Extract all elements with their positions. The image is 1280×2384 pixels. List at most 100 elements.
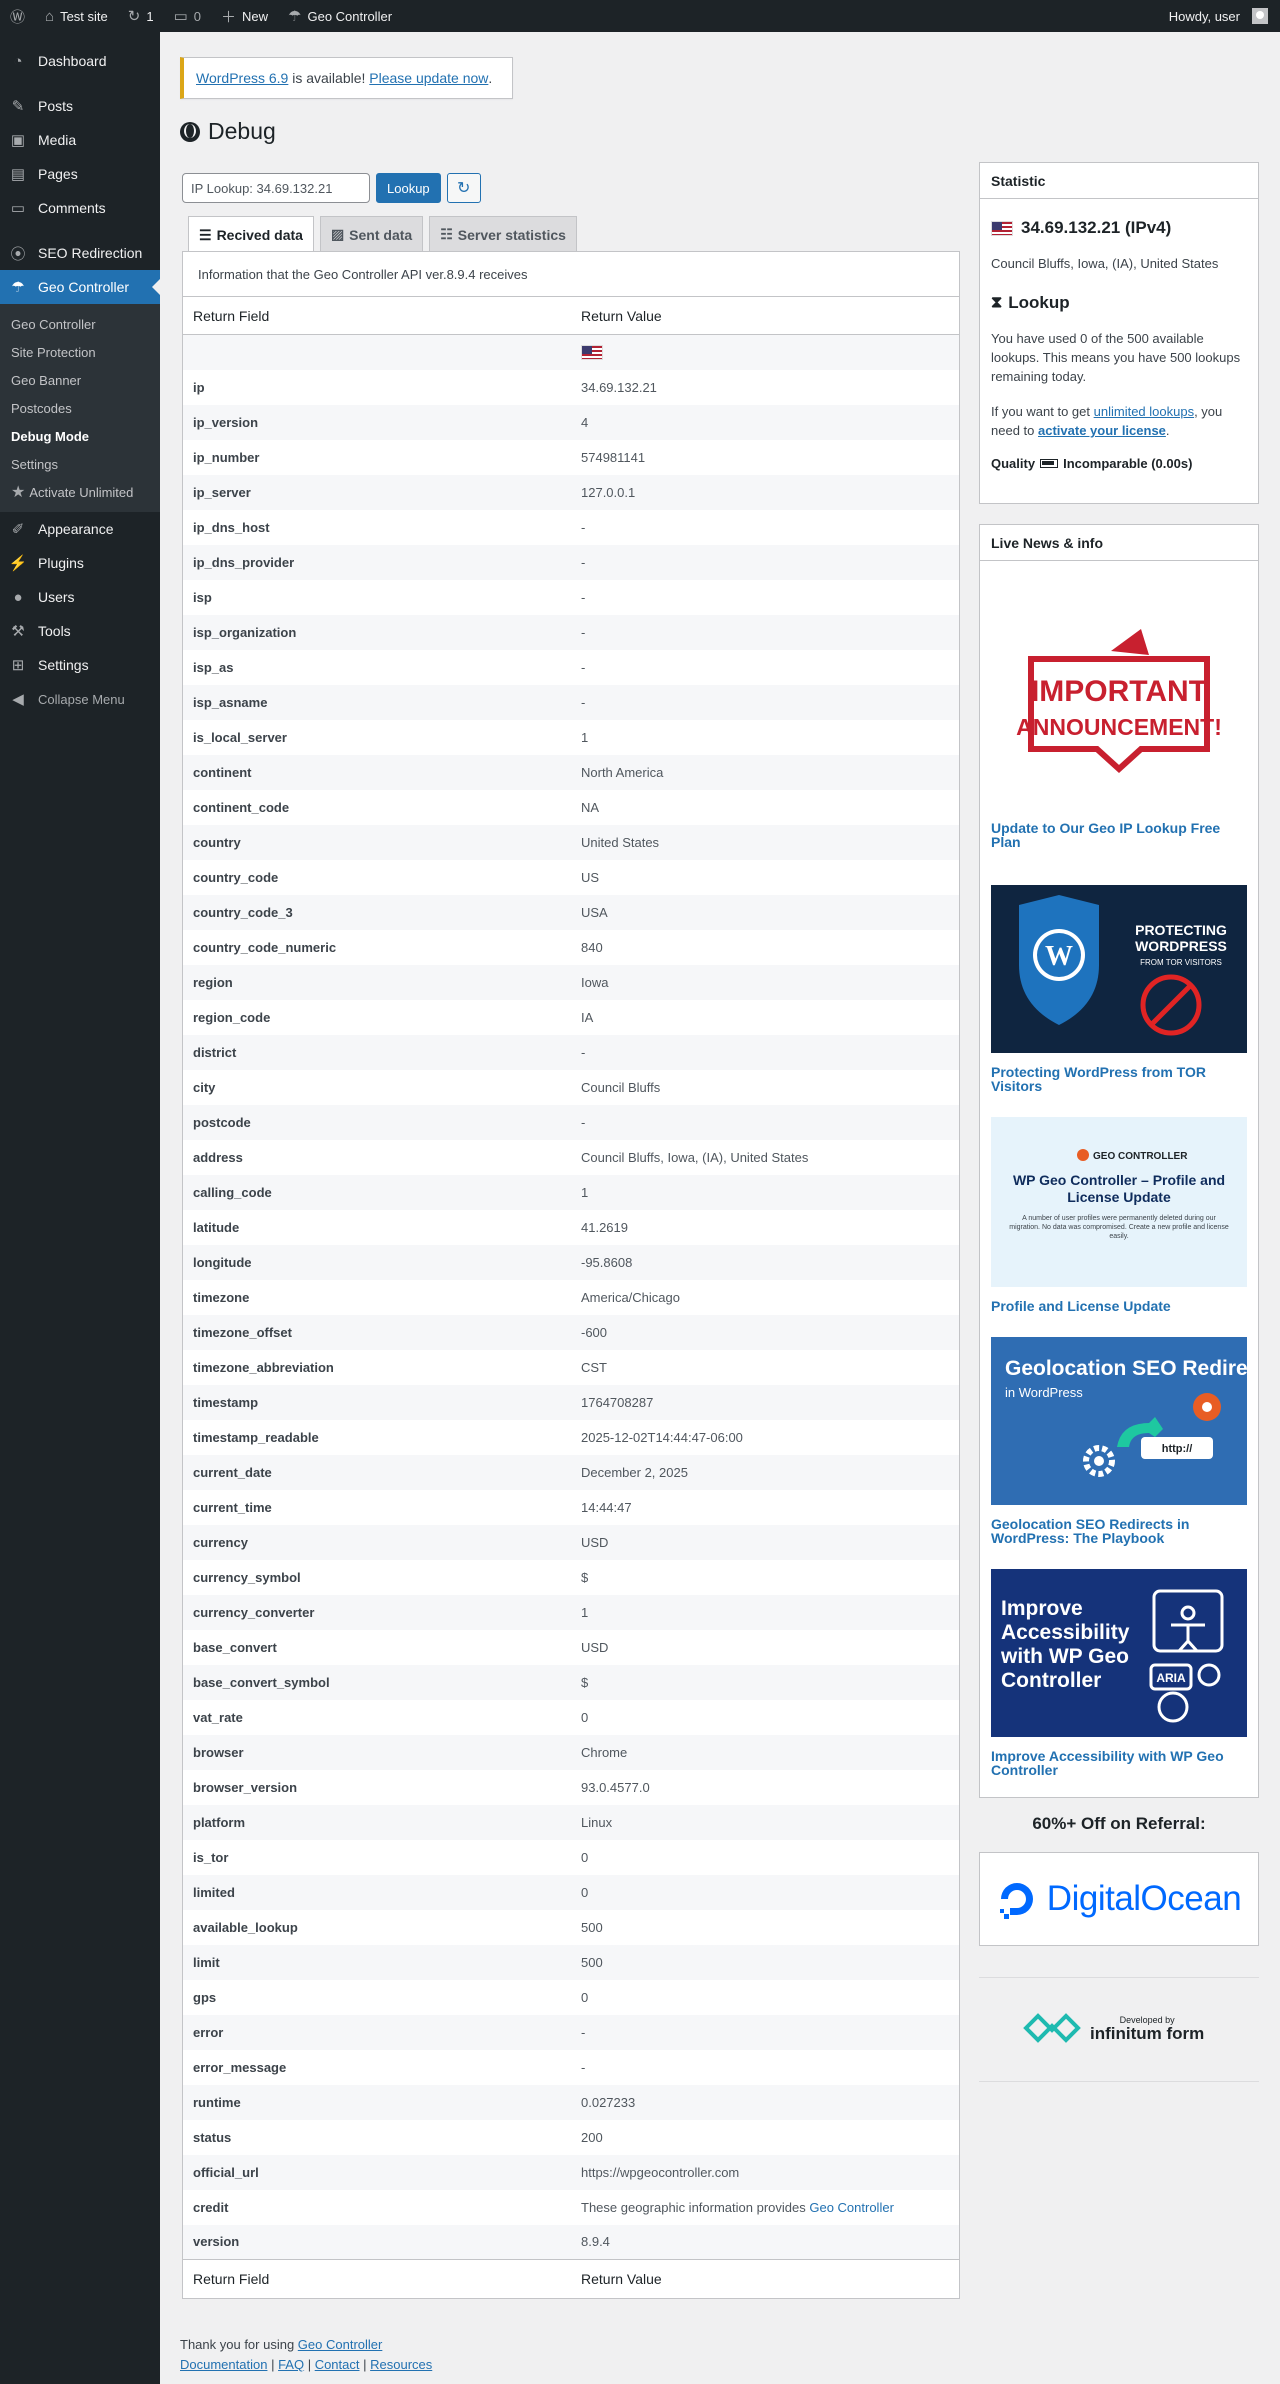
activate-license-link[interactable]: activate your license [1038,423,1166,438]
menu-plugins[interactable]: ⚡ Plugins [0,546,160,580]
return-field: district [193,1044,237,1060]
developed-by-logo[interactable]: Developed by infinitum form [1020,2010,1204,2046]
return-value-text: https://wpgeocontroller.com [581,2164,740,2180]
footer-geo-controller-link[interactable]: Geo Controller [298,2337,383,2352]
news-item-title[interactable]: Profile and License Update [991,1299,1247,1313]
return-value: 500 [571,1945,959,1980]
return-value: - [571,510,959,545]
notice-end: . [488,70,493,86]
news-item-title[interactable]: Update to Our Geo IP Lookup Free Plan [991,821,1247,849]
return-value: 1 [571,1175,959,1210]
developed-by-text: Developed by infinitum form [1090,2015,1204,2042]
plus-icon: ＋ [221,8,237,26]
news-item-title[interactable]: Improve Accessibility with WP Geo Contro… [991,1749,1247,1777]
return-field: currency_converter [193,1604,315,1620]
table-row: timezone_abbreviation CST [183,1350,959,1385]
wordpress-version-link[interactable]: WordPress 6.9 [196,70,288,86]
return-value: 840 [571,930,959,965]
site-name-link[interactable]: ⌂ Test site [35,0,118,32]
return-field: country_code [193,869,279,885]
menu-geo-controller[interactable]: ☂ Geo Controller [0,270,160,304]
news-item-title[interactable]: Protecting WordPress from TOR Visitors [991,1065,1247,1093]
brush-icon: ✐ [11,521,25,538]
return-field: available_lookup [193,1919,298,1935]
news-item[interactable]: Improve Accessibility with WP Geo Contro… [991,1569,1247,1777]
news-item[interactable]: Geolocation SEO Redirects in WordPress h… [991,1337,1247,1545]
return-value: -95.8608 [571,1245,959,1280]
menu-seo-redirection[interactable]: ⦿ SEO Redirection [0,236,160,270]
footer-thanks-text: Thank you for using [180,2337,298,2352]
news-item[interactable]: IMPORTANT ANNOUNCEMENT! Update to Our Ge… [991,569,1247,849]
new-label: New [242,8,269,24]
return-value-text: 500 [581,1919,603,1935]
return-value: $ [571,1665,959,1700]
comments-link[interactable]: ▭ 0 [164,0,211,32]
ip-lookup-input[interactable] [182,173,370,203]
return-field: timezone_offset [193,1324,292,1340]
table-row: timestamp_readable 2025-12-02T14:44:47-06… [183,1420,959,1455]
submenu-postcodes[interactable]: Postcodes [0,394,160,422]
news-item[interactable]: GEO CONTROLLER WP Geo Controller – Profi… [991,1117,1247,1313]
new-content-link[interactable]: ＋ New [211,0,278,32]
lookup-button[interactable]: Lookup [376,173,441,203]
news-item-title[interactable]: Geolocation SEO Redirects in WordPress: … [991,1517,1247,1545]
return-value: - [571,2015,959,2050]
return-value: https://wpgeocontroller.com [571,2155,959,2190]
return-value-text: NA [581,799,600,815]
user-account-link[interactable]: Howdy, user [1159,0,1280,32]
submenu-settings[interactable]: Settings [0,450,160,478]
table-row: vat_rate 0 [183,1700,959,1735]
tab-received-data[interactable]: ☰ Recived data [188,216,314,253]
submenu-geo-banner[interactable]: Geo Banner [0,366,160,394]
submenu-activate-unlimited[interactable]: ★ Activate Unlimited [0,478,160,506]
menu-posts[interactable]: ✎ Posts [0,89,160,123]
collapse-menu-button[interactable]: ◀ Collapse Menu [0,682,160,716]
return-value: Chrome [571,1735,959,1770]
menu-appearance[interactable]: ✐ Appearance [0,512,160,546]
table-row: current_date December 2, 2025 [183,1454,959,1490]
news-item[interactable]: W PROTECTING WORDPRESS FROM TOR VISITORS… [991,885,1247,1093]
return-field: official_url [193,2164,259,2180]
menu-label: Comments [38,200,106,216]
menu-settings[interactable]: ⊞ Settings [0,648,160,682]
menu-tools[interactable]: ⚒ Tools [0,614,160,648]
return-value-text: These geographic information provides [581,2199,810,2215]
menu-users[interactable]: ● Users [0,580,160,614]
table-row: timezone_offset -600 [183,1314,959,1350]
faq-link[interactable]: FAQ [278,2357,304,2372]
return-field: base_convert_symbol [193,1674,330,1690]
return-field: timestamp [193,1394,259,1410]
refresh-button[interactable]: ↻ [446,173,481,203]
return-value: 0 [571,1980,959,2015]
menu-pages[interactable]: ▤ Pages [0,157,160,191]
submenu-geo-controller[interactable]: Geo Controller [0,310,160,338]
updates-link[interactable]: ↻ 1 [118,0,164,32]
return-value: 574981141 [571,440,959,475]
resources-link[interactable]: Resources [370,2357,432,2372]
return-value-text: 93.0.4577.0 [581,1779,650,1795]
submenu-label: Settings [11,456,58,472]
menu-media[interactable]: ▣ Media [0,123,160,157]
tab-sent-data[interactable]: ▨ Sent data [319,216,424,252]
digitalocean-referral-link[interactable]: DigitalOcean [979,1852,1259,1946]
geo-controller-adminbar-link[interactable]: ☂ Geo Controller [278,0,402,32]
menu-label: Posts [38,98,74,114]
contact-link[interactable]: Contact [315,2357,360,2372]
credit-geo-controller-link[interactable]: Geo Controller [809,2200,894,2215]
menu-dashboard[interactable]: ◔ Dashboard [0,44,160,78]
lookup-usage-text: You have used 0 of the 500 available loo… [991,331,1241,384]
return-value-text: 0 [581,1709,589,1725]
unlimited-lookups-link[interactable]: unlimited lookups [1094,404,1194,419]
wp-logo-button[interactable]: Ⓦ [0,0,35,32]
tab-server-statistics[interactable]: ☷ Server statistics [429,216,577,252]
documentation-link[interactable]: Documentation [180,2357,267,2372]
submenu-debug-mode[interactable]: Debug Mode [0,422,160,450]
submenu-site-protection[interactable]: Site Protection [0,338,160,366]
return-field: base_convert [193,1639,277,1655]
submenu-label: Debug Mode [11,428,89,444]
update-now-link[interactable]: Please update now [369,70,488,86]
menu-comments[interactable]: ▭ Comments [0,191,160,225]
return-field: current_date [193,1464,272,1480]
menu-label: Tools [38,623,71,639]
quality-indicator: Quality Incomparable (0.00s) [991,456,1247,471]
